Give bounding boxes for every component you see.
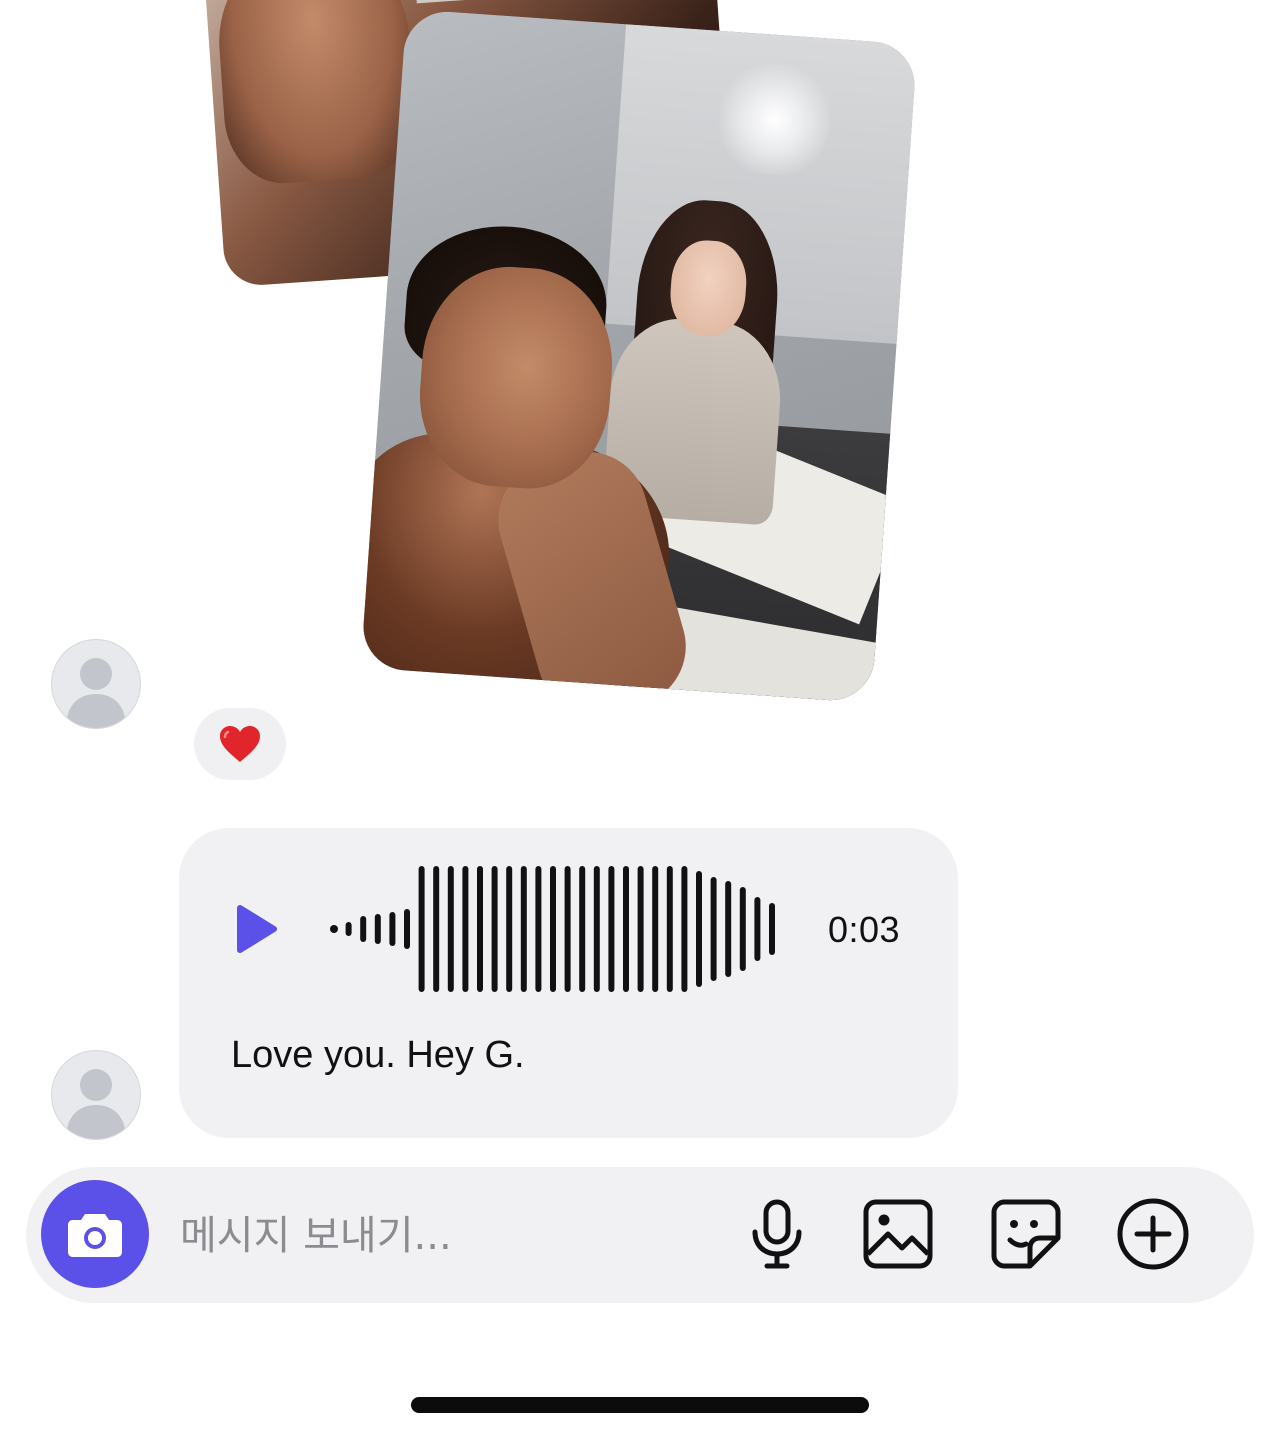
photo-subject [213,0,419,187]
play-icon [237,905,277,953]
default-avatar-icon [66,1069,126,1139]
message-input[interactable] [178,1200,722,1272]
voice-waveform[interactable] [330,866,785,992]
reaction-badge[interactable] [194,708,286,780]
heart-icon [220,726,260,762]
camera-icon [68,1214,122,1257]
gallery-icon [863,1199,933,1269]
play-button[interactable] [230,900,282,958]
more-button[interactable] [1115,1196,1191,1272]
voice-duration: 0:03 [828,909,901,950]
chat-screen: 0:03 Love you. Hey G. [0,0,1280,1437]
sticker-button[interactable] [988,1196,1064,1272]
waveform-bar [330,925,338,933]
photo-ceiling-light [716,61,834,179]
microphone-icon [752,1199,802,1269]
shared-photo-front[interactable] [360,8,918,704]
photo-background [412,0,717,4]
sender-avatar[interactable] [51,639,141,729]
microphone-button[interactable] [739,1196,815,1272]
sender-avatar[interactable] [51,1050,141,1140]
voice-transcript: Love you. Hey G. [231,1034,525,1076]
plus-circle-icon [1117,1198,1189,1270]
camera-button[interactable] [41,1180,149,1288]
default-avatar-icon [66,658,126,728]
home-indicator[interactable] [411,1397,869,1413]
gallery-button[interactable] [860,1196,936,1272]
sticker-icon [991,1199,1061,1269]
